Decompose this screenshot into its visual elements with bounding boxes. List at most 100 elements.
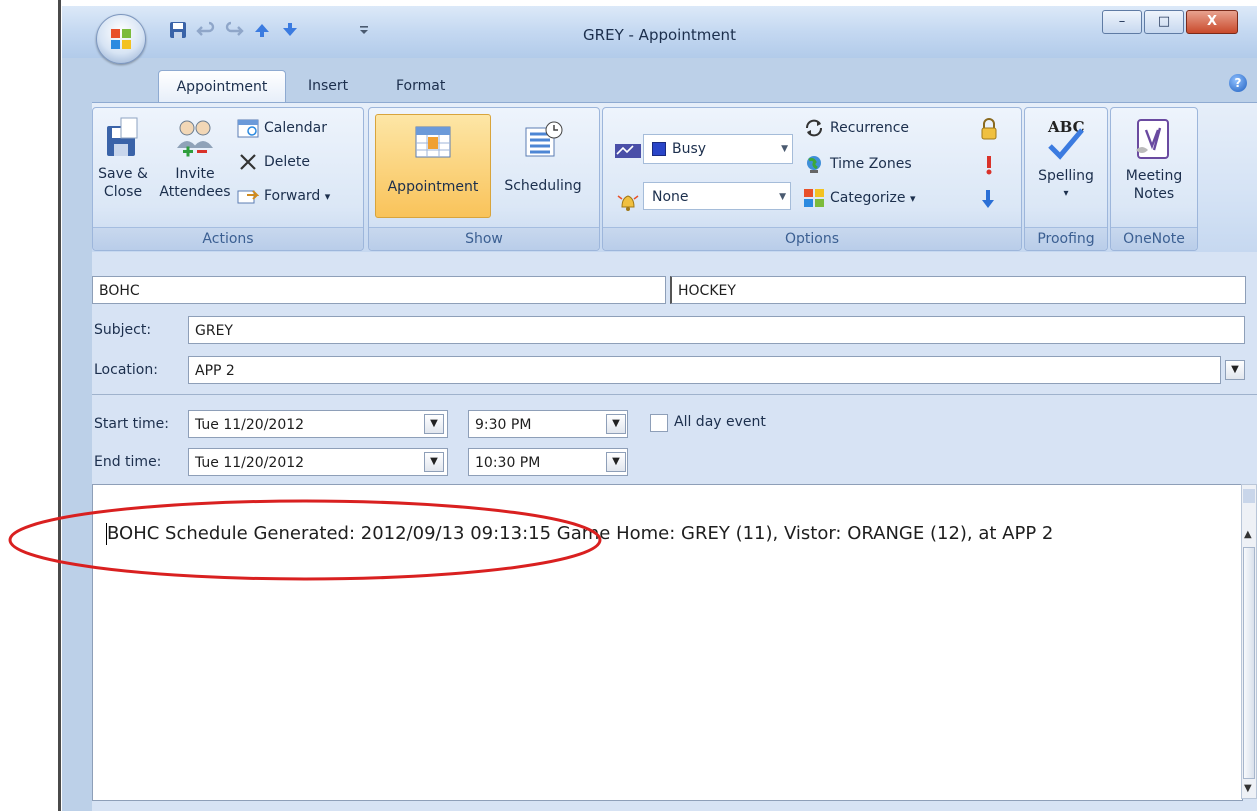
tab-format-text[interactable]: Format Text [396,70,445,126]
save-icon[interactable] [168,20,188,40]
recurrence-button[interactable]: Recurrence [803,116,909,140]
appointment-view-label: Appointment [387,179,479,195]
invite-attendees-label: Invite Attendees [159,166,231,200]
spelling-label: Spelling [1038,168,1094,184]
end-time-label: End time: [94,454,162,470]
forward-icon [237,190,260,204]
subject-field[interactable]: GREY [188,316,1245,344]
meeting-notes-button[interactable]: Meeting Notes [1115,116,1193,203]
show-group: Appointment Scheduling Show [368,107,600,251]
end-date-field[interactable]: Tue 11/20/2012 [188,448,448,476]
location-dropdown-button[interactable]: ▼ [1225,360,1245,380]
delete-label: Delete [264,154,310,170]
title-bar: GREY - Appointment – □ X [62,6,1257,58]
forward-button[interactable]: Forward ▾ [237,184,330,208]
customize-toolbar-icon[interactable] [354,20,374,40]
save-close-icon [107,117,138,156]
scroll-down-arrow[interactable]: ▼ [1244,783,1252,794]
show-as-icon [615,144,641,158]
show-as-value: Busy [672,141,707,157]
meeting-notes-label: Meeting Notes [1125,168,1183,202]
high-importance-icon[interactable] [983,154,995,176]
calendar-label: Calendar [264,120,327,136]
proofing-group-label: Proofing [1025,227,1107,250]
next-item-icon[interactable] [280,20,300,40]
spelling-button[interactable]: ABC Spelling ▾ [1029,116,1103,203]
spelling-dropdown-arrow[interactable]: ▾ [1029,185,1103,203]
private-lock-icon[interactable] [979,118,999,140]
reminder-value: None [652,189,689,205]
undo-icon[interactable] [196,20,216,40]
actions-group: Save & Close Invite Attendees Calendar D… [92,107,364,251]
busy-swatch [652,142,666,156]
calendar-icon [237,119,259,138]
appointment-view-button[interactable]: Appointment [375,114,491,218]
all-day-label: All day event [674,414,766,430]
appointment-view-icon [415,126,451,158]
globe-icon [807,156,821,173]
recurrence-label: Recurrence [830,120,910,136]
separator [92,394,1257,395]
start-time-dropdown-button[interactable]: ▼ [606,414,626,434]
start-date-dropdown-button[interactable]: ▼ [424,414,444,434]
start-time-field[interactable]: 9:30 PM [468,410,628,438]
recurrence-icon [806,119,822,137]
maximize-button[interactable]: □ [1144,10,1184,34]
help-icon[interactable]: ? [1229,74,1247,92]
calendar-button[interactable]: Calendar [237,116,327,140]
categorize-label: Categorize [830,190,906,206]
options-group-label: Options [603,227,1021,250]
scroll-thumb[interactable] [1243,547,1255,779]
category-field[interactable]: HOCKEY [670,276,1246,304]
subject-label: Subject: [94,322,152,338]
start-date-field[interactable]: Tue 11/20/2012 [188,410,448,438]
options-group: Busy ▼ None ▼ Recurrence Time Zones Cate… [602,107,1022,251]
delete-icon [240,154,256,170]
all-day-checkbox[interactable] [650,414,668,432]
scheduling-view-icon [525,121,563,157]
previous-item-icon[interactable] [252,20,272,40]
window-controls: – □ X [1102,10,1240,34]
scheduling-view-button[interactable]: Scheduling [493,114,593,216]
ruler-toggle-icon[interactable] [1243,489,1255,503]
vertical-scrollbar[interactable]: ▲ ▼ [1241,484,1257,799]
ribbon: Save & Close Invite Attendees Calendar D… [92,102,1257,253]
onenote-group-label: OneNote [1111,227,1197,250]
chevron-down-icon: ▼ [781,144,788,154]
forward-label: Forward [264,188,321,204]
tab-appointment[interactable]: Appointment [158,70,286,103]
spelling-icon: ABC [1047,118,1085,160]
tab-insert[interactable]: Insert [308,70,348,102]
save-close-button[interactable]: Save & Close [95,116,151,201]
forward-dropdown-arrow[interactable]: ▾ [325,190,331,203]
invite-attendees-button[interactable]: Invite Attendees [157,116,233,201]
close-button[interactable]: X [1186,10,1238,34]
reminder-bell-icon [617,195,639,211]
time-zones-button[interactable]: Time Zones [803,152,912,176]
redo-icon[interactable] [224,20,244,40]
time-zones-label: Time Zones [830,156,912,172]
minimize-button[interactable]: – [1102,10,1142,34]
background-window-strip [0,0,62,811]
show-as-dropdown[interactable]: Busy ▼ [643,134,793,164]
background-window-edge [58,0,61,811]
office-logo-icon [111,29,131,49]
location-label: Location: [94,362,158,378]
reminder-dropdown[interactable]: None ▼ [643,182,791,210]
organizer-field[interactable]: BOHC [92,276,666,304]
end-time-dropdown-button[interactable]: ▼ [606,452,626,472]
red-annotation-ellipse [8,499,602,581]
actions-group-label: Actions [93,227,363,250]
scroll-up-arrow[interactable]: ▲ [1244,529,1252,540]
categorize-dropdown-arrow[interactable]: ▾ [910,192,916,205]
office-button[interactable] [96,14,146,64]
location-field[interactable]: APP 2 [188,356,1221,384]
categorize-button[interactable]: Categorize ▾ [803,186,916,210]
end-date-dropdown-button[interactable]: ▼ [424,452,444,472]
low-importance-icon[interactable] [981,188,995,210]
end-time-field[interactable]: 10:30 PM [468,448,628,476]
appointment-window: GREY - Appointment – □ X Appointment Ins… [62,6,1257,811]
delete-button[interactable]: Delete [237,150,310,174]
invite-attendees-icon [177,120,213,157]
show-group-label: Show [369,227,599,250]
